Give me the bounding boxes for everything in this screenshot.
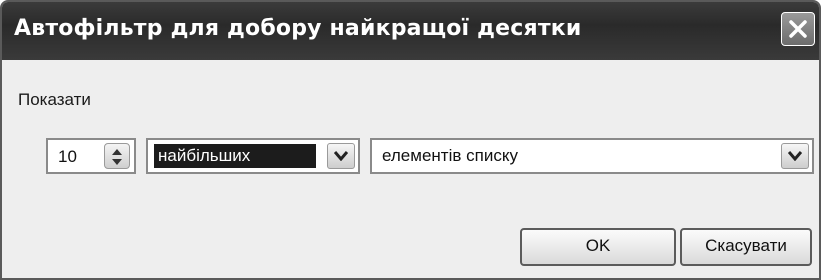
title-bar[interactable]: Автофільтр для добору найкращої десятки bbox=[2, 2, 819, 60]
close-icon bbox=[789, 20, 807, 38]
type-selected-value: елементів списку bbox=[382, 146, 518, 165]
order-dropdown-button[interactable] bbox=[327, 143, 355, 169]
order-selected-value: найбільших bbox=[154, 144, 316, 168]
show-label: Показати bbox=[18, 90, 91, 109]
dialog-body: Показати 10 найбільших елементів списку bbox=[2, 60, 819, 278]
order-dropdown[interactable]: найбільших bbox=[146, 138, 360, 174]
cancel-button[interactable]: Скасувати bbox=[680, 228, 812, 266]
dialog-title: Автофільтр для добору найкращої десятки bbox=[14, 16, 582, 41]
ok-button[interactable]: OK bbox=[520, 228, 676, 266]
type-dropdown-button[interactable] bbox=[781, 143, 809, 169]
autofilter-dialog: Автофільтр для добору найкращої десятки … bbox=[0, 0, 821, 280]
spinner-buttons[interactable] bbox=[104, 143, 130, 169]
count-value[interactable]: 10 bbox=[58, 147, 77, 167]
type-dropdown[interactable]: елементів списку bbox=[370, 138, 814, 174]
up-down-arrows-icon bbox=[112, 149, 122, 165]
chevron-down-icon bbox=[334, 151, 348, 161]
chevron-down-icon bbox=[788, 151, 802, 161]
count-spinner[interactable]: 10 bbox=[46, 138, 136, 174]
close-button[interactable] bbox=[781, 12, 815, 46]
